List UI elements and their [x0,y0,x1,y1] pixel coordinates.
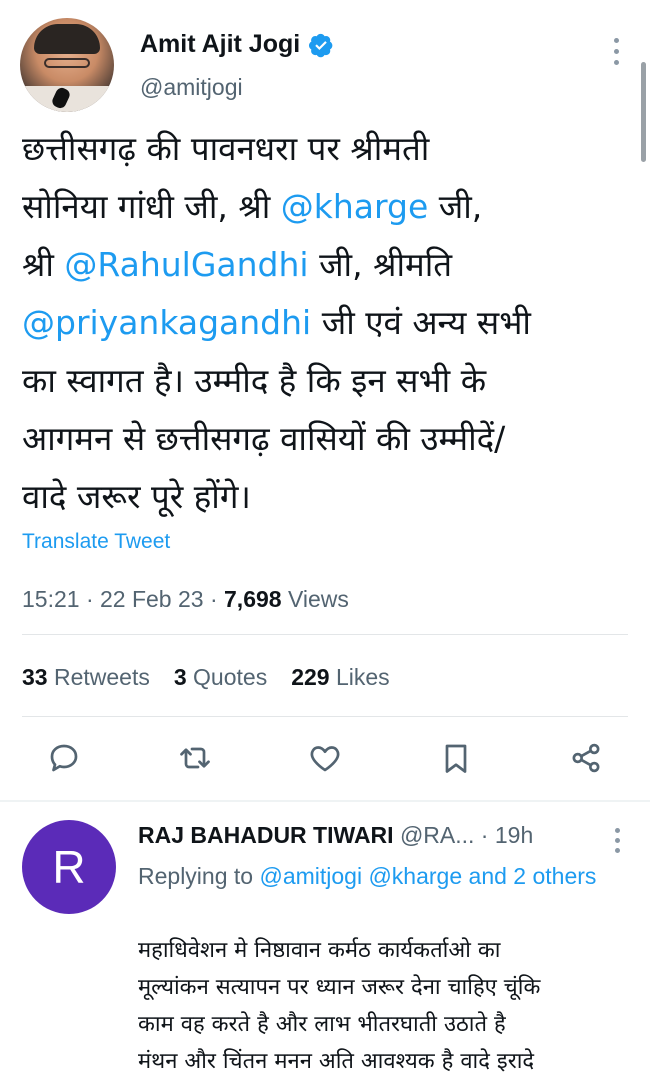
divider [22,716,628,717]
bookmark-icon[interactable] [438,740,474,776]
views-count: 7,698 [224,586,282,612]
author-avatar[interactable] [20,18,114,112]
tweet-text: छत्तीसगढ़ की पावनधरा पर श्रीमती सोनिया ग… [22,120,622,526]
reply-line: मूल्यांकन सत्यापन पर ध्यान जरूर देना चाह… [138,975,541,1000]
verified-badge-icon [309,33,333,57]
reply-line: महाधिवेशन मे निष्ठावान कर्मठ कार्यकर्ताओ… [138,938,501,963]
retweets-stat[interactable]: 33 Retweets [22,664,150,691]
tweet-line: छत्तीसगढ़ की पावनधरा पर श्रीमती [22,129,430,168]
timestamp[interactable]: 15:21 · 22 Feb 23 · [22,586,224,612]
reply-text: महाधिवेशन मे निष्ठावान कर्मठ कार्यकर्ताओ… [138,932,638,1080]
tweet-line: सोनिया गांधी जी, श्री @kharge जी, [22,187,483,226]
quotes-stat[interactable]: 3 Quotes [174,664,267,691]
divider [22,634,628,635]
mention-link[interactable]: @kharge [281,187,429,226]
reply-author-name[interactable]: RAJ BAHADUR TIWARI [138,822,394,848]
reply-avatar[interactable]: R [22,820,116,914]
reply-handle-time[interactable]: @RA... · 19h [394,822,533,848]
reply-header: RAJ BAHADUR TIWARI @RA... · 19h [138,822,533,849]
section-divider [0,800,650,802]
more-options-icon[interactable] [612,38,620,65]
tweet-meta: 15:21 · 22 Feb 23 · 7,698 Views [22,586,349,613]
reply-line: काम वह करते है और लाभ भीतरघाती उठाते है [138,1012,506,1037]
scrollbar[interactable] [641,62,646,162]
tweet-line: आगमन से छत्तीसगढ़ वासियों की उम्मीदें/ [22,419,506,458]
mention-link[interactable]: @priyankagandhi [22,303,311,342]
translate-tweet-link[interactable]: Translate Tweet [22,530,170,554]
author-name-row: Amit Ajit Jogi [140,30,334,59]
retweet-icon[interactable] [177,740,213,776]
views-label: Views [281,586,349,612]
tweet-line: @priyankagandhi जी एवं अन्य सभी [22,303,531,342]
tweet-line: श्री @RahulGandhi जी, श्रीमति [22,245,453,284]
author-handle[interactable]: @amitjogi [140,74,243,101]
mention-link[interactable]: @RahulGandhi [64,245,308,284]
replying-mentions-link[interactable]: @amitjogi @kharge and 2 others [259,863,596,889]
share-icon[interactable] [568,740,604,776]
tweet-line: वादे जरूर पूरे होंगे। [22,477,251,516]
action-bar [22,740,628,776]
author-name[interactable]: Amit Ajit Jogi [140,30,300,59]
like-icon[interactable] [307,740,343,776]
likes-stat[interactable]: 229 Likes [291,664,389,691]
tweet-line: का स्वागत है। उम्मीद है कि इन सभी के [22,361,487,400]
reply-icon[interactable] [46,740,82,776]
engagement-stats: 33 Retweets 3 Quotes 229 Likes [22,664,390,691]
reply-line: मंथन और चिंतन मनन अति आवश्यक है वादे इरा… [138,1049,535,1074]
replying-to: Replying to @amitjogi @kharge and 2 othe… [138,863,597,889]
reply-more-options-icon[interactable] [615,828,620,853]
